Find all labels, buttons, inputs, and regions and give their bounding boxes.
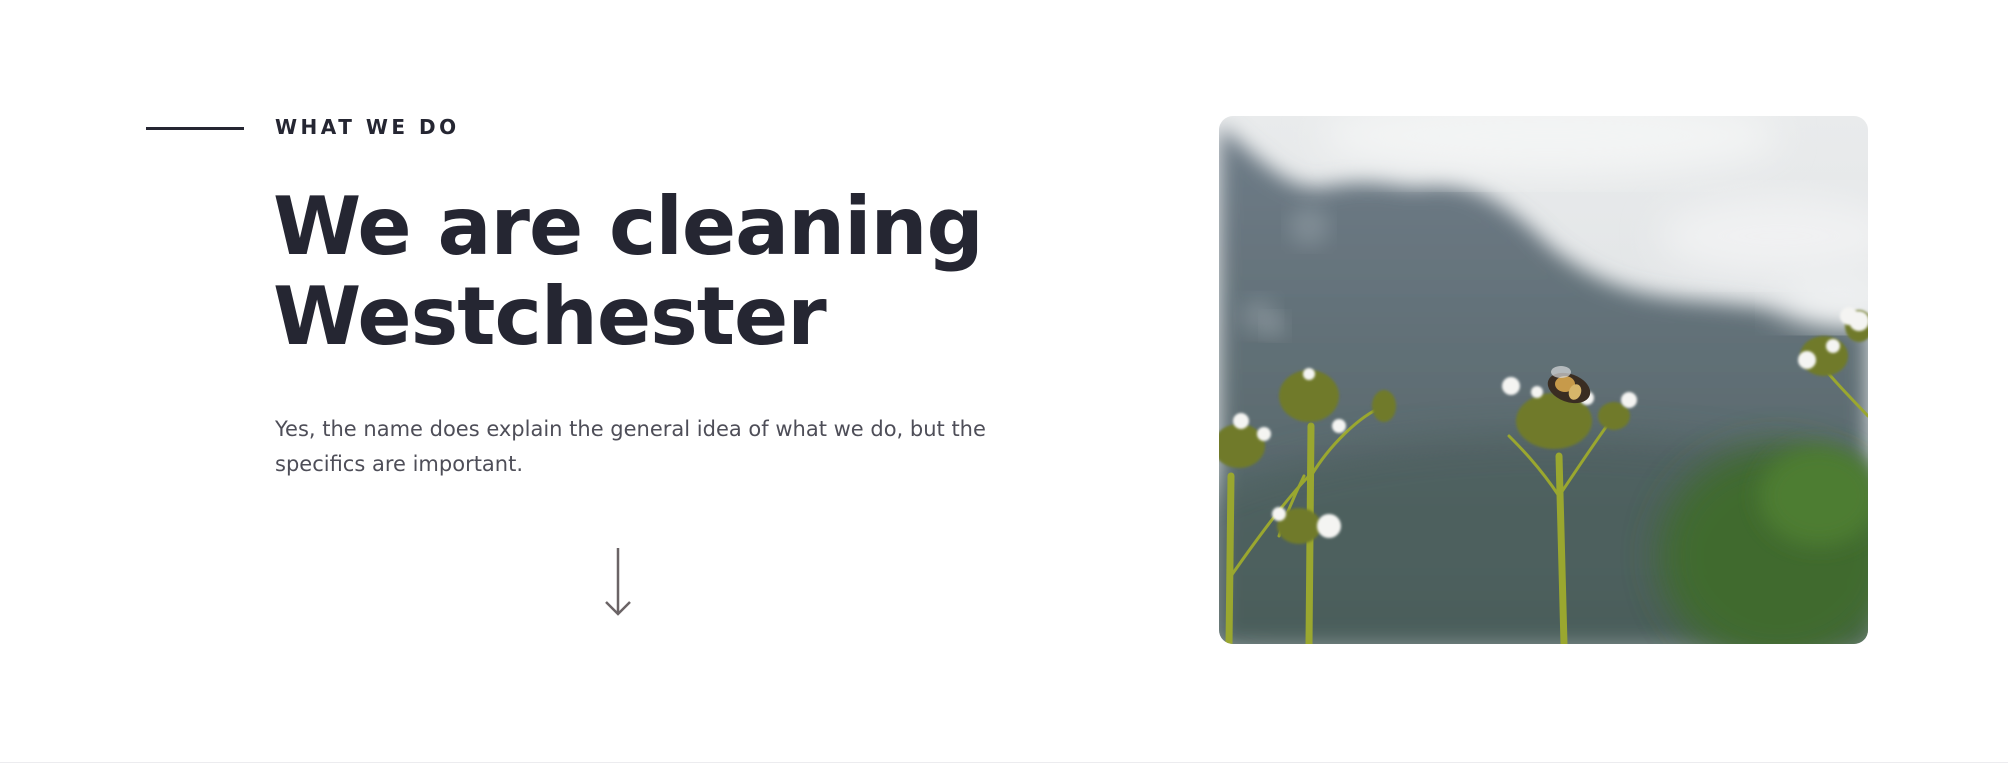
flowers-bee-photo (1219, 116, 1868, 644)
what-we-do-section: WHAT WE DO We are cleaning Westchester Y… (0, 0, 2008, 763)
section-headline: We are cleaning Westchester (273, 182, 1073, 362)
section-description: Yes, the name does explain the general i… (275, 417, 986, 476)
section-eyebrow: WHAT WE DO (275, 115, 460, 139)
eyebrow-divider-line (146, 127, 244, 130)
headline-line-2: Westchester (273, 270, 827, 363)
arrow-down-icon[interactable] (604, 548, 632, 616)
headline-line-1: We are cleaning (273, 180, 984, 273)
